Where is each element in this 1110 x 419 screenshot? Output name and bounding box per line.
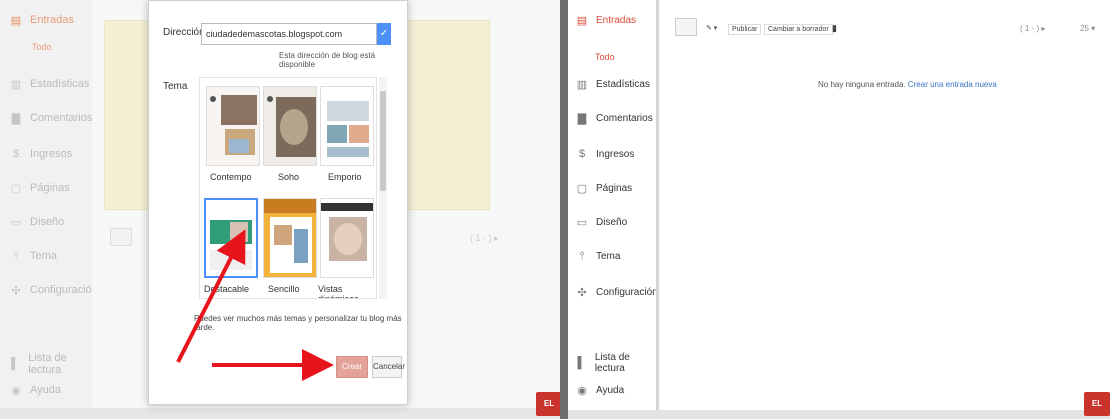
document-icon: ▤	[576, 15, 588, 27]
nav-label: Estadísticas	[596, 79, 650, 90]
annotation-arrows	[176, 229, 334, 381]
publish-button[interactable]: Publicar	[728, 24, 762, 35]
trash-icon[interactable]: ▮	[832, 23, 837, 34]
create-entry-link[interactable]: Crear una entrada nueva	[908, 80, 997, 89]
sidebar-separator	[656, 0, 659, 419]
right-bottom-bar	[568, 410, 1110, 419]
right-nav-estadisticas[interactable]: ▥ Estadísticas	[576, 78, 650, 91]
empty-text: No hay ninguna entrada.	[818, 80, 906, 89]
page-icon: ▢	[576, 183, 588, 195]
help-icon: ◉	[577, 385, 587, 397]
select-all-checkbox[interactable]	[675, 18, 697, 36]
channel-logo: EL	[536, 392, 560, 416]
nav-label: Comentarios	[596, 113, 653, 124]
gear-icon: ✣	[577, 287, 587, 299]
channel-logo: EL	[1084, 392, 1110, 416]
draft-button[interactable]: Cambiar a borrador	[764, 24, 833, 35]
chart-icon: ▥	[576, 79, 588, 91]
comment-icon: ▇	[577, 113, 587, 125]
nav-label: Páginas	[596, 183, 633, 194]
nav-label: Tema	[596, 251, 621, 262]
right-nav-ingresos[interactable]: $ Ingresos	[576, 148, 634, 160]
nav-label: Ingresos	[596, 148, 635, 160]
right-nav-tema[interactable]: ⫯ Tema	[576, 250, 621, 263]
dollar-icon: $	[578, 148, 586, 160]
layout-icon: ▭	[576, 217, 588, 229]
right-nav-ayuda[interactable]: ◉ Ayuda	[576, 384, 624, 397]
right-nav-diseno[interactable]: ▭ Diseño	[576, 216, 627, 229]
right-nav-paginas[interactable]: ▢ Páginas	[576, 182, 632, 195]
list-icon: ▌	[577, 357, 586, 369]
pen-icon[interactable]: ✎ ▾	[706, 24, 717, 32]
right-nav-entradas[interactable]: ▤ Entradas	[576, 14, 636, 27]
nav-label: Ayuda	[596, 385, 625, 396]
nav-label: Lista de lectura	[594, 352, 630, 374]
right-panel: ▤ Entradas Todo ▥ Estadísticas ▇ Comenta…	[568, 0, 1110, 419]
right-nav-configuracion[interactable]: ✣ Configuración	[576, 286, 658, 299]
right-nav-lista[interactable]: ▌ Lista de lectura	[576, 352, 656, 374]
right-nav-comentarios[interactable]: ▇ Comentarios	[576, 112, 653, 125]
empty-state: No hay ninguna entrada. Crear una entrad…	[818, 80, 997, 89]
brush-icon: ⫯	[579, 250, 585, 262]
panel-divider	[560, 0, 568, 419]
page-size-dropdown[interactable]: 25 ▾	[1080, 24, 1095, 33]
arrow-to-theme	[176, 229, 246, 363]
pager[interactable]: ( 1 - ) ▸	[1020, 24, 1045, 33]
screenshot-stage: ▤ Entradas Todo ▥ Estadísticas ▇ Comenta…	[0, 0, 1110, 419]
nav-label: Entradas	[596, 15, 637, 26]
right-nav-todo[interactable]: Todo	[595, 52, 615, 62]
nav-label: Configuración	[596, 287, 658, 298]
nav-label: Diseño	[596, 217, 628, 228]
right-sidebar: ▤ Entradas Todo ▥ Estadísticas ▇ Comenta…	[568, 0, 658, 419]
left-panel: ▤ Entradas Todo ▥ Estadísticas ▇ Comenta…	[0, 0, 560, 419]
